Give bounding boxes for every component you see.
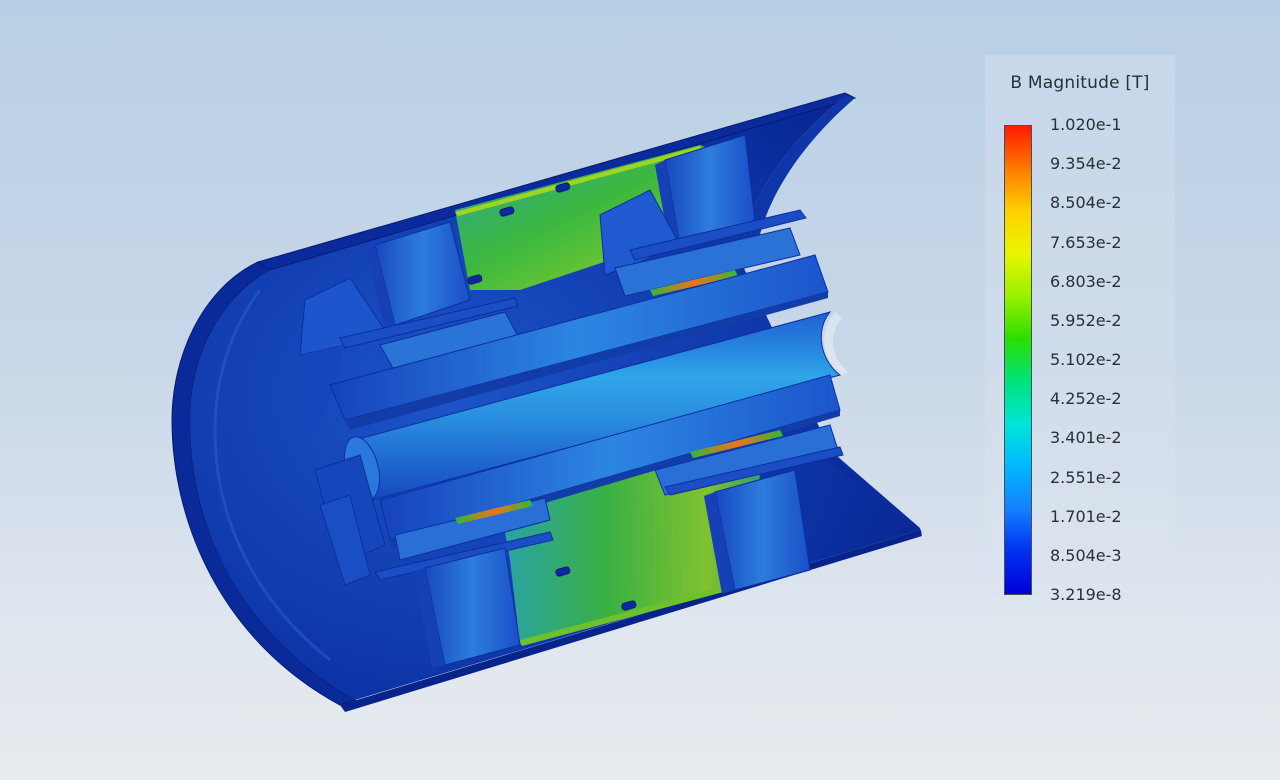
legend-label: 5.952e-2 [1050, 310, 1122, 330]
legend-label: 7.653e-2 [1050, 232, 1122, 252]
legend-label: 5.102e-2 [1050, 350, 1122, 369]
legend-label: 8.504e-3 [1050, 545, 1122, 565]
legend-colorbar [1004, 125, 1032, 595]
legend-label: 3.401e-2 [1050, 428, 1122, 448]
color-legend: B Magnitude [T] 1.020e-1 9.354e-2 8.504e-2… [985, 55, 1175, 615]
legend-label: 8.504e-2 [1050, 193, 1122, 213]
legend-label: 9.354e-2 [1050, 154, 1122, 174]
legend-label: 2.551e-2 [1050, 467, 1122, 487]
legend-title: B Magnitude [T] [1010, 73, 1150, 93]
legend-label: 1.701e-2 [1050, 506, 1122, 526]
legend-label: 1.020e-1 [1050, 115, 1122, 134]
legend-label: 6.803e-2 [1050, 271, 1122, 291]
legend-label: 3.219e-8 [1050, 585, 1122, 604]
legend-label: 4.252e-2 [1050, 389, 1122, 409]
